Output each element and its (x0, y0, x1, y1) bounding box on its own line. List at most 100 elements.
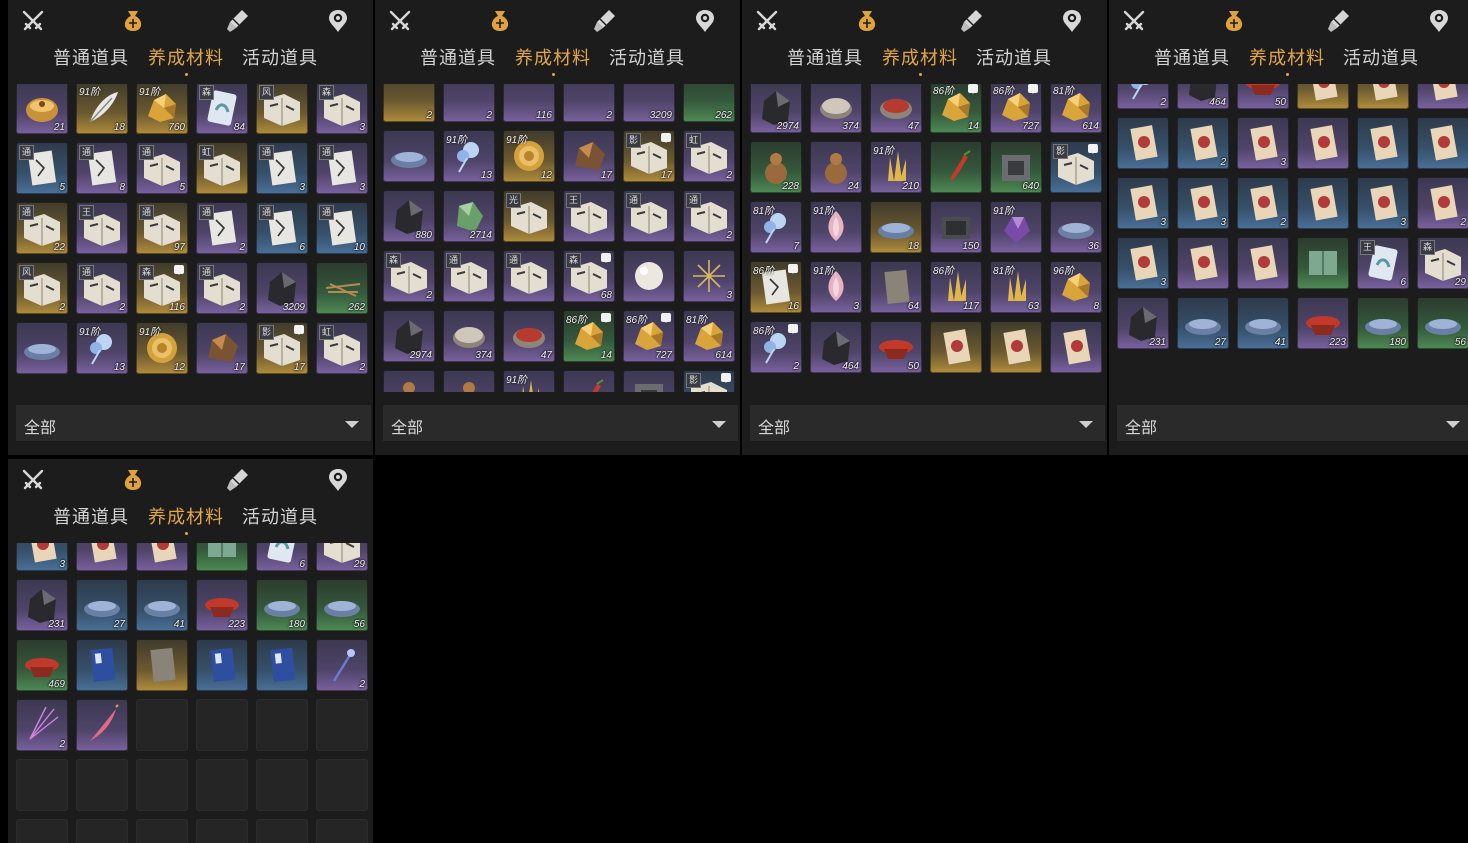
chevron-down-icon[interactable] (345, 421, 359, 428)
item-slot[interactable]: 228 (750, 141, 802, 193)
item-slot[interactable]: 王 (76, 202, 128, 254)
item-slot[interactable]: 21 (16, 84, 68, 134)
item-slot[interactable]: 150 (930, 201, 982, 253)
item-slot[interactable]: 森 29 (1417, 237, 1468, 289)
item-slot[interactable]: 6 (256, 543, 308, 571)
item-slot[interactable] (623, 250, 675, 302)
item-slot[interactable]: 262 (316, 262, 368, 314)
item-slot[interactable]: 影 (683, 370, 735, 392)
item-slot[interactable]: 50 (870, 321, 922, 373)
item-slot[interactable]: 森 68 (563, 250, 615, 302)
item-slot[interactable]: 17 (196, 322, 248, 374)
tab-0[interactable]: 普通道具 (53, 44, 129, 70)
item-slot[interactable]: 56 (316, 579, 368, 631)
item-slot[interactable]: 17 (563, 130, 615, 182)
item-slot[interactable]: 374 (810, 84, 862, 133)
item-slot[interactable]: 森2 (383, 250, 435, 302)
item-slot[interactable]: 2 (563, 84, 615, 122)
item-slot[interactable]: 231 (1117, 297, 1169, 349)
item-slot[interactable]: 91阶 13 (443, 130, 495, 182)
tab-1[interactable]: 养成材料 (515, 44, 591, 76)
item-slot[interactable]: 光 (503, 190, 555, 242)
item-slot[interactable]: 通 (443, 250, 495, 302)
item-grid[interactable]: 86阶24645023332323王6森29231274122318056 (1117, 84, 1468, 392)
item-slot[interactable]: 通5 (136, 142, 188, 194)
item-slot[interactable]: 47 (503, 310, 555, 362)
item-slot[interactable]: 森 116 (136, 262, 188, 314)
item-slot[interactable]: 通8 (76, 142, 128, 194)
money-bag-icon[interactable] (852, 6, 882, 36)
item-slot[interactable]: 64 (870, 261, 922, 313)
item-slot[interactable]: 通 10 (316, 202, 368, 254)
item-slot[interactable]: 116 (503, 84, 555, 122)
filter-dropdown[interactable]: 全部 (16, 405, 371, 441)
crossed-swords-icon[interactable] (385, 6, 415, 36)
money-bag-icon[interactable] (118, 6, 148, 36)
item-slot[interactable]: 2 (1417, 177, 1468, 229)
item-slot[interactable]: 262 (683, 84, 735, 122)
item-slot[interactable]: 虹2 (316, 322, 368, 374)
item-slot[interactable] (930, 141, 982, 193)
chevron-down-icon[interactable] (1079, 421, 1093, 428)
item-slot[interactable]: 464 (810, 321, 862, 373)
item-slot[interactable]: 91阶 13 (76, 322, 128, 374)
item-slot[interactable]: 81阶 614 (683, 310, 735, 362)
filter-dropdown[interactable]: 全部 (750, 405, 1105, 441)
item-slot[interactable]: 3 (1177, 177, 1229, 229)
item-slot[interactable]: 640 (623, 370, 675, 392)
money-bag-icon[interactable] (485, 6, 515, 36)
item-slot[interactable] (16, 322, 68, 374)
item-slot[interactable]: 3 (1357, 177, 1409, 229)
item-slot[interactable]: 2 (1177, 117, 1229, 169)
tab-0[interactable]: 普通道具 (53, 503, 129, 529)
tab-0[interactable]: 普通道具 (420, 44, 496, 70)
item-slot[interactable]: 27 (1177, 297, 1229, 349)
item-slot[interactable] (1297, 177, 1349, 229)
item-grid[interactable]: 2974 374 47 86阶 14 86阶 727 81阶 614 228 24 91阶 210 640… (750, 84, 1106, 392)
item-slot[interactable]: 47 (870, 84, 922, 133)
item-slot[interactable]: 223 (1297, 297, 1349, 349)
item-slot[interactable]: 91阶 210 (870, 141, 922, 193)
item-grid[interactable]: 2 2 116 2 3209 262 91阶 13 91阶 12 17 影 17 虹 2 880 2714 光王通… (383, 84, 739, 392)
item-slot[interactable] (383, 130, 435, 182)
tab-2[interactable]: 活动道具 (242, 503, 318, 529)
item-slot[interactable]: 81阶 63 (990, 261, 1042, 313)
item-slot[interactable]: 3209 (256, 262, 308, 314)
item-slot[interactable]: 虹2 (683, 130, 735, 182)
item-slot[interactable]: 森 84 (196, 84, 248, 134)
item-slot[interactable] (1050, 321, 1102, 373)
scroll-brush-icon[interactable] (957, 6, 987, 36)
item-slot[interactable] (1417, 117, 1468, 169)
filter-dropdown[interactable]: 全部 (1117, 405, 1468, 441)
item-slot[interactable]: 王 (563, 190, 615, 242)
tab-0[interactable]: 普通道具 (787, 44, 863, 70)
item-slot[interactable]: 通3 (316, 142, 368, 194)
item-slot[interactable]: 3209 (623, 84, 675, 122)
item-slot[interactable]: 王6 (1357, 237, 1409, 289)
item-slot[interactable]: 通 22 (16, 202, 68, 254)
item-slot[interactable]: 91阶 12 (136, 322, 188, 374)
item-slot[interactable] (196, 543, 248, 571)
item-slot[interactable] (1417, 84, 1468, 109)
item-slot[interactable]: 3 (683, 250, 735, 302)
item-slot[interactable]: 91阶 760 (136, 84, 188, 134)
crossed-swords-icon[interactable] (1119, 6, 1149, 36)
item-slot[interactable]: 2 (1237, 177, 1289, 229)
chevron-down-icon[interactable] (1446, 421, 1460, 428)
item-slot[interactable]: 41 (1237, 297, 1289, 349)
item-slot[interactable]: 森3 (316, 84, 368, 134)
item-slot[interactable]: 2974 (750, 84, 802, 133)
item-slot[interactable] (930, 321, 982, 373)
tab-2[interactable]: 活动道具 (976, 44, 1052, 70)
item-slot[interactable]: 2714 (443, 190, 495, 242)
tab-1[interactable]: 养成材料 (148, 44, 224, 76)
item-slot[interactable]: 86阶2 (1117, 84, 1169, 109)
item-slot[interactable]: 464 (1177, 84, 1229, 109)
item-slot[interactable]: 3 (16, 543, 68, 571)
scroll-brush-icon[interactable] (223, 465, 253, 495)
item-slot[interactable] (1237, 237, 1289, 289)
tab-0[interactable]: 普通道具 (1154, 44, 1230, 70)
crossed-swords-icon[interactable] (18, 6, 48, 36)
item-slot[interactable]: 374 (443, 310, 495, 362)
tab-2[interactable]: 活动道具 (242, 44, 318, 70)
